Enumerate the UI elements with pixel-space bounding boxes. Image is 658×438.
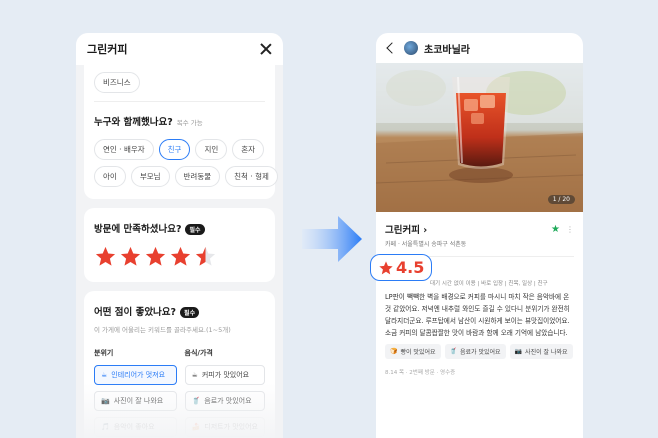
- companion-chip[interactable]: 지인: [195, 139, 228, 160]
- review-meta: 8.14 목 · 2번째 방문 · 영수증: [385, 370, 456, 376]
- rating-highlight: 4.5: [370, 254, 433, 281]
- left-header: 그린커피: [76, 33, 283, 65]
- bookmark-star-icon[interactable]: ★: [551, 224, 560, 235]
- scroll-fade: [376, 378, 583, 438]
- companion-chip[interactable]: 친구: [158, 139, 191, 160]
- required-badge: 필수: [180, 307, 200, 318]
- companion-chip[interactable]: 친척 · 형제: [225, 166, 278, 187]
- column-header: 분위기: [94, 349, 114, 357]
- arrow-right-icon: [302, 216, 362, 262]
- iced-drink-photo: [376, 63, 583, 212]
- companion-question: 누구와 함께했나요? 복수 가능: [94, 117, 203, 128]
- satisfaction-card: 방문에 만족하셨나요? 필수: [84, 208, 275, 282]
- companion-card: 비즈니스 누구와 함께했나요? 복수 가능 연인 · 배우자 친구 지인 혼자 아이 부…: [84, 65, 278, 199]
- review-tag: 🥤 음료가 맛있어요: [444, 344, 506, 359]
- tag-label: 빵이 맛있어요: [400, 349, 436, 356]
- companion-chip-row: 연인 · 배우자 친구 지인 혼자: [94, 139, 265, 160]
- keyword-chip[interactable]: ☕ 인테리어가 멋져요: [94, 365, 177, 385]
- companion-chip[interactable]: 혼자: [232, 139, 265, 160]
- rating-star-icon[interactable]: [119, 245, 142, 268]
- more-icon[interactable]: ⋮: [566, 225, 574, 234]
- review-body: LP판이 빽빽한 벽을 배경으로 커피를 마시니 마치 작은 음악바에 온 것 …: [376, 291, 583, 376]
- keyword-icon: ☕: [101, 371, 108, 379]
- avatar[interactable]: [404, 41, 418, 55]
- rating-star-icon[interactable]: [169, 245, 192, 268]
- right-review-detail-screen: 초코바닐라 1 / 20 그린커피 › ★ ⋮ 카페 · 서울특별시 송파구 석…: [376, 33, 583, 438]
- rating-value: 4.5: [396, 258, 425, 277]
- visit-tags: 대기 시간 없이 이용 | 바로 입장 | 친목, 일상 | 친구: [430, 281, 548, 287]
- required-badge: 필수: [185, 224, 205, 235]
- rating-star-icon[interactable]: [144, 245, 167, 268]
- close-icon[interactable]: [260, 43, 272, 55]
- companion-chip[interactable]: 아이: [94, 166, 126, 187]
- rating-star-icon[interactable]: [194, 245, 217, 268]
- keyword-icon: ☕: [191, 371, 198, 379]
- page-title: 그린커피: [87, 43, 128, 56]
- place-row[interactable]: 그린커피 › ★ ⋮: [376, 212, 583, 237]
- tag-icon: 📷: [514, 348, 523, 355]
- user-name[interactable]: 초코바닐라: [424, 41, 470, 56]
- review-keyword-tags: 🍞 빵이 맛있어요 🥤 음료가 맛있어요 📷 사진이 잘 나와요: [376, 339, 583, 359]
- tag-icon: 🥤: [449, 348, 457, 355]
- scroll-fade: [76, 383, 283, 438]
- companion-chip[interactable]: 부모님: [130, 166, 170, 187]
- keyword-label: 커피가 맛있어요: [201, 371, 250, 379]
- review-tag: 🍞 빵이 맛있어요: [385, 344, 441, 359]
- keywords-question: 어떤 점이 좋았나요? 필수: [94, 304, 265, 318]
- right-header: 초코바닐라: [376, 33, 583, 63]
- review-tag: 📷 사진이 잘 나와요: [509, 344, 573, 359]
- tag-label: 음료가 맛있어요: [460, 349, 501, 356]
- divider: [94, 101, 265, 102]
- place-address: 카페 · 서울특별시 송파구 석촌동: [385, 241, 467, 248]
- keyword-chip[interactable]: ☕ 커피가 맛있어요: [184, 365, 265, 385]
- companion-chip[interactable]: 반려동물: [174, 166, 221, 187]
- chip-business[interactable]: 비즈니스: [94, 72, 140, 93]
- rating-star-icon[interactable]: [94, 245, 117, 268]
- companion-chip-row: 아이 부모님 반려동물 친척 · 형제: [94, 166, 278, 187]
- satisfaction-question: 방문에 만족하셨나요? 필수: [94, 221, 265, 235]
- review-photo[interactable]: 1 / 20: [376, 63, 583, 212]
- left-review-form-screen: 그린커피 비즈니스 누구와 함께했나요? 복수 가능 연인 · 배우자 친구 지인 혼…: [76, 33, 283, 438]
- tag-label: 사진이 잘 나와요: [525, 349, 568, 356]
- star-rating-input[interactable]: [94, 245, 265, 268]
- review-text: LP판이 빽빽한 벽을 배경으로 커피를 마시니 마치 작은 음악바에 온 것 …: [385, 293, 570, 337]
- keyword-label: 인테리어가 멋져요: [111, 371, 166, 379]
- companion-chip[interactable]: 연인 · 배우자: [94, 139, 154, 160]
- photo-counter: 1 / 20: [547, 195, 575, 204]
- place-name[interactable]: 그린커피 ›: [385, 222, 427, 236]
- back-chevron-icon[interactable]: [386, 42, 398, 54]
- place-actions: ★ ⋮: [551, 224, 574, 235]
- keywords-hint: 이 가게에 어울리는 키워드를 골라주세요.(1~5개): [94, 326, 231, 334]
- star-icon: [379, 260, 393, 274]
- column-header: 음식/가격: [184, 349, 213, 357]
- tag-icon: 🍞: [390, 348, 398, 355]
